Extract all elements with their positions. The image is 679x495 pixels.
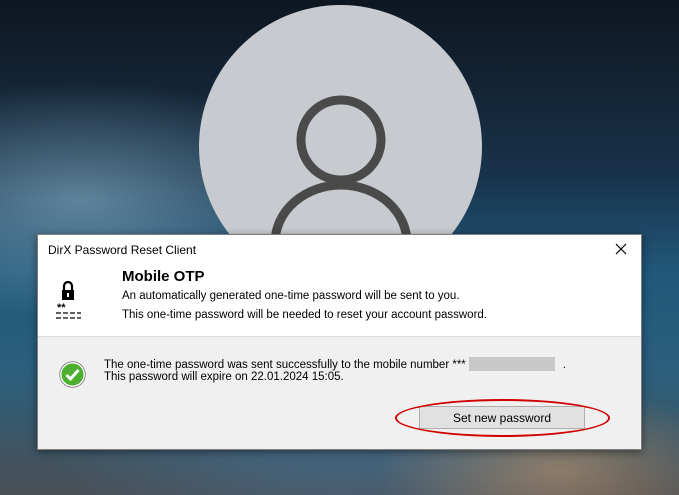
- success-check-icon: [59, 361, 86, 388]
- close-button[interactable]: [601, 235, 641, 263]
- dialog-heading: Mobile OTP: [122, 268, 205, 285]
- success-message-line-2: This password will expire on 22.01.2024 …: [104, 371, 344, 383]
- success-message-line-1: The one-time password was sent successfu…: [104, 357, 566, 371]
- dialog-header: ** Mobile OTP An automatically generated…: [38, 265, 641, 337]
- password-reset-dialog: DirX Password Reset Client ** Mobile OTP…: [37, 234, 642, 450]
- description-line-2: This one-time password will be needed to…: [122, 309, 487, 321]
- lock-password-icon: **: [56, 280, 81, 319]
- set-new-password-button[interactable]: Set new password: [419, 406, 585, 429]
- message-text: The one-time password was sent successfu…: [104, 359, 466, 371]
- close-icon: [615, 243, 627, 255]
- description-line-1: An automatically generated one-time pass…: [122, 290, 460, 302]
- svg-text:**: **: [57, 302, 66, 314]
- masked-phone-number: [468, 357, 555, 371]
- dialog-title: DirX Password Reset Client: [48, 243, 197, 257]
- message-period: .: [562, 359, 566, 371]
- dialog-titlebar: DirX Password Reset Client: [38, 235, 641, 265]
